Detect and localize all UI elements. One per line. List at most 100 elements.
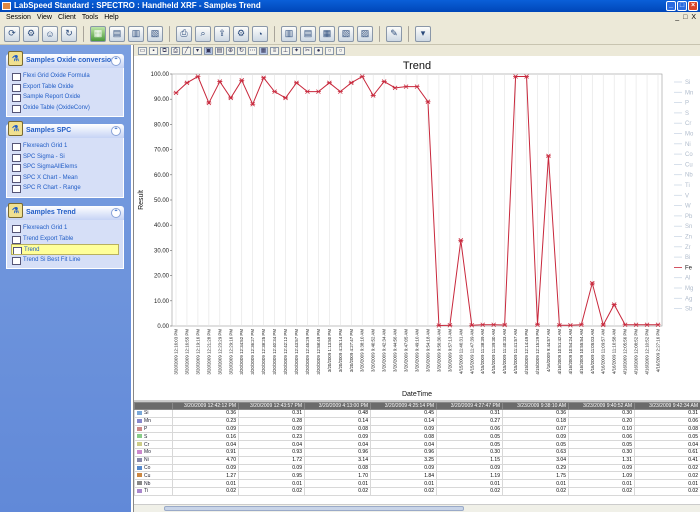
value-cell: 0.09 (172, 424, 239, 434)
legend-entry: Fe (685, 265, 693, 271)
maximize-button[interactable]: □ (677, 1, 687, 11)
column-header-date[interactable]: 3/20/2009 4:13:00 PM (304, 402, 371, 410)
collapse-icon[interactable]: ⌃ (111, 208, 121, 218)
column-header-date[interactable]: 3/20/2009 4:27:47 PM (436, 402, 503, 410)
x-tick-label: 3/20/2009 12:16:03 PM (174, 329, 179, 375)
sidebar-item-trend[interactable]: Trend (11, 244, 119, 255)
user-icon[interactable]: ☺ (42, 25, 58, 42)
column-header-date[interactable]: 3/20/2009 12:42:12 PM (172, 402, 239, 410)
properties-icon[interactable]: ✦ (292, 46, 301, 55)
palette-icon[interactable]: ▾ (193, 46, 202, 55)
sidebar-item-flexi-grid-oxide[interactable]: Flexi Grid Oxide Formula (11, 71, 119, 82)
sheet-icon[interactable]: ▨ (357, 25, 373, 42)
element-swatch-icon (137, 481, 142, 486)
grid-icon[interactable]: ▦ (90, 25, 106, 42)
copy-icon[interactable]: ⧉ (160, 46, 169, 55)
layout-icon[interactable]: ▦ (319, 25, 335, 42)
preview-icon[interactable]: ⌕ (195, 25, 211, 42)
sidebar-item-spc-r-chart[interactable]: SPC R Chart - Range (11, 183, 119, 194)
collapse-icon[interactable]: ⌃ (111, 56, 121, 66)
table-row[interactable]: Mo 0.91 0.93 0.96 0.96 0.30 0.63 0.30 0.61 (134, 447, 700, 457)
column-header-date[interactable]: 3/20/2009 4:25:14 PM (370, 402, 437, 410)
chart-icon[interactable]: ◔ (252, 25, 268, 42)
grid-lines-icon[interactable]: ▦ (259, 46, 268, 55)
menu-help[interactable]: Help (104, 12, 118, 23)
table-row[interactable]: Cu 1.27 0.95 1.70 1.84 1.19 1.75 1.09 0.02 (134, 471, 700, 481)
x-tick-label: 4/15/2009 11:39:30 AM (491, 329, 496, 374)
column-header-element[interactable] (134, 402, 173, 410)
open-icon[interactable]: ▭ (138, 46, 147, 55)
export-icon[interactable]: ⇪ (214, 25, 230, 42)
table-row[interactable]: Nb 0.01 0.01 0.01 0.01 0.01 0.01 0.01 0.01 (134, 479, 700, 488)
sidebar-item-flexreach-grid[interactable]: Flexreach Grid 1 (11, 141, 119, 152)
cells-icon[interactable]: ▧ (338, 25, 354, 42)
legend-icon[interactable]: ≡ (270, 46, 279, 55)
sidebar-item-trend-si-best-fit[interactable]: Trend Si Best Fit Line (11, 255, 119, 266)
table-row[interactable]: Cr 0.04 0.04 0.04 0.04 0.05 0.05 0.05 0.04 (134, 440, 700, 449)
tools-chart-icon[interactable]: ✂ (303, 46, 312, 55)
scroll-thumb[interactable] (164, 506, 464, 511)
collapse-icon[interactable]: ⌃ (111, 126, 121, 136)
client-icon[interactable]: ⚙ (23, 25, 39, 42)
panel-header[interactable]: ⚗ Samples Trend ⌃ (6, 203, 124, 220)
rows-icon[interactable]: ▤ (300, 25, 316, 42)
sidebar-item-oxide-table[interactable]: Oxide Table (OxideConv) (11, 103, 119, 114)
column-header-date[interactable]: 3/23/2009 9:40:52 AM (568, 402, 635, 410)
table-row[interactable]: S 0.16 0.23 0.09 0.08 0.05 0.09 0.06 0.05 (134, 432, 700, 442)
table-row[interactable]: Si 0.36 0.31 0.48 0.45 0.31 0.36 0.30 0.31 (134, 409, 700, 418)
data-editor-icon[interactable]: ▤ (215, 46, 224, 55)
column-header-date[interactable]: 3/23/2009 9:42:34 AM (634, 402, 700, 410)
sidebar-item-spc-x-chart[interactable]: SPC X Chart - Mean (11, 173, 119, 184)
table-row[interactable]: Mn 0.23 0.28 0.14 0.14 0.27 0.18 0.20 0.06 (134, 416, 700, 426)
table-row[interactable]: Ti 0.02 0.02 0.02 0.02 0.02 0.02 0.02 0.02 (134, 486, 700, 496)
minimize-button[interactable]: _ (666, 1, 676, 11)
sidebar-item-trend-export-table[interactable]: Trend Export Table (11, 234, 119, 245)
chart-type-icon[interactable]: ╱ (182, 46, 191, 55)
refresh-icon[interactable]: ↻ (61, 25, 77, 42)
close-button[interactable]: × (688, 1, 698, 11)
app-icon (2, 2, 11, 10)
mdi-close-button[interactable]: X (691, 12, 696, 23)
panel-header[interactable]: ⚗ Samples SPC ⌃ (6, 121, 124, 138)
settings-icon[interactable]: ⚙ (233, 25, 249, 42)
table-row[interactable]: Co 0.09 0.09 0.08 0.09 0.09 0.29 0.09 0.02 (134, 463, 700, 473)
column-header-date[interactable]: 3/23/2009 9:38:10 AM (502, 402, 569, 410)
sidebar-item-spc-sigma-si[interactable]: SPC Sigma - Si (11, 152, 119, 163)
table-icon[interactable]: ▤ (109, 25, 125, 42)
mdi-minimize-button[interactable]: _ (675, 12, 679, 23)
view-menu-icon[interactable]: ▾ (415, 25, 431, 42)
menu-client[interactable]: Client (58, 12, 76, 23)
zoom-icon[interactable]: ⊕ (226, 46, 235, 55)
axes-icon[interactable]: ⊥ (281, 46, 290, 55)
y-tick-label: 100.00 (151, 72, 170, 78)
gallery-icon[interactable]: ▣ (204, 46, 213, 55)
horizontal-scrollbar[interactable] (134, 504, 700, 512)
sidebar-item-export-table-oxide[interactable]: Export Table Oxide (11, 82, 119, 93)
menu-view[interactable]: View (37, 12, 52, 23)
print-icon[interactable]: ⎙ (176, 25, 192, 42)
save-icon[interactable]: ▪ (149, 46, 158, 55)
mdi-restore-button[interactable]: □ (683, 12, 687, 23)
end-icon[interactable]: ○ (336, 46, 345, 55)
columns-icon[interactable]: ▥ (281, 25, 297, 42)
value-cell: 0.05 (436, 432, 503, 442)
table-row[interactable]: P 0.09 0.09 0.08 0.09 0.06 0.07 0.10 0.08 (134, 424, 700, 434)
panel-header[interactable]: ⚗ Samples Oxide conversion ⌃ (6, 51, 124, 68)
sidebar-item-spc-sigma-all[interactable]: SPC SigmaAllElems (11, 162, 119, 173)
print-chart-icon[interactable]: ⎙ (171, 46, 180, 55)
stop-icon[interactable]: ○ (325, 46, 334, 55)
table-row[interactable]: Ni 4.70 1.72 3.14 3.25 1.15 3.04 1.31 0.41 (134, 455, 700, 465)
menu-tools[interactable]: Tools (82, 12, 98, 23)
table-export-icon[interactable]: ▧ (147, 25, 163, 42)
x-tick-label: 4/16/2009 11:10:58 AM (612, 329, 617, 374)
report-icon[interactable]: ▥ (128, 25, 144, 42)
menu-session[interactable]: Session (6, 12, 31, 23)
sidebar-item-flexreach-grid[interactable]: Flexreach Grid 1 (11, 223, 119, 234)
sidebar-item-sample-report-oxide[interactable]: Sample Report Oxide (11, 92, 119, 103)
session-icon[interactable]: ⟳ (4, 25, 20, 42)
help-chart-icon[interactable]: ● (314, 46, 323, 55)
rotate-icon[interactable]: ↻ (237, 46, 246, 55)
point-labels-icon[interactable]: ⋯ (248, 46, 257, 55)
column-header-date[interactable]: 3/20/2009 12:43:57 PM (238, 402, 305, 410)
tools-icon[interactable]: ✎ (386, 25, 402, 42)
